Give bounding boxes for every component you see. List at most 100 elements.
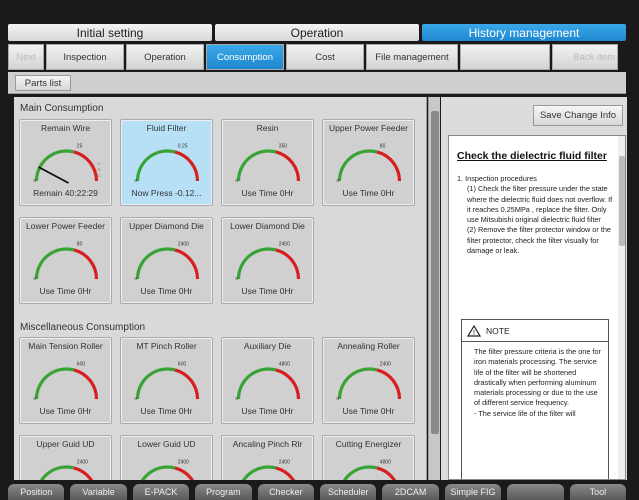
tab-operation[interactable]: Operation <box>215 24 419 41</box>
parts-list-button[interactable]: Parts list <box>15 75 71 91</box>
gauge-tile-auxiliary-die[interactable]: Auxiliary Die 4800 0 Use Time 0Hr <box>221 337 314 424</box>
gauge-arc <box>174 368 200 400</box>
gauge-arc <box>135 149 176 182</box>
gauge-arc <box>34 367 75 400</box>
help-box: Check the dielectric fluid filter 1. Ins… <box>448 135 626 480</box>
tab-position[interactable]: Position <box>8 484 65 500</box>
gauge-max-label: 2400 <box>380 362 391 368</box>
tab-checker[interactable]: Checker <box>257 484 315 500</box>
gauge-tile-lower-guid-ud[interactable]: Lower Guid UD 24000 <box>120 435 213 480</box>
note-line: - The service life of the filter will <box>474 408 576 418</box>
gauge-arc <box>73 248 99 280</box>
gauge-tile-ancaling-pinch-rlr[interactable]: Ancaling Pinch Rlr 24000 <box>221 435 314 480</box>
gauge-tile-status: Use Time 0Hr <box>39 406 92 416</box>
tab-2dcam[interactable]: 2DCAM <box>382 484 439 500</box>
gauge-dial: 0.250 <box>135 144 200 183</box>
gauge-tile-upper-power-feeder[interactable]: Upper Power Feeder 80 0 Use Time 0Hr <box>322 119 415 206</box>
parts-toolbar: Parts list <box>8 72 626 94</box>
gauge-tile-remain-wire[interactable]: Remain Wire 25 0 A B C Remain 40:22:29 <box>19 119 112 206</box>
tab-history-management[interactable]: History management <box>422 24 626 41</box>
gauge-max-label: 600 <box>178 362 187 368</box>
tab-consumption[interactable]: Consumption <box>206 44 284 70</box>
gauge-arc <box>236 247 277 280</box>
gauge-dial: 48000 <box>342 460 397 480</box>
tab-cost[interactable]: Cost <box>286 44 364 70</box>
gauge-tile-name: Upper Diamond Die <box>129 221 204 231</box>
gauge-tile-status: Use Time 0Hr <box>342 406 395 416</box>
gauge-tile-name: Upper Power Feeder <box>329 123 408 133</box>
help-scrollbar[interactable] <box>618 136 625 479</box>
tab-tool[interactable]: Tool <box>569 484 627 500</box>
tab-operation-history[interactable]: Operation <box>126 44 204 70</box>
top-tab-bar: Initial setting Operation History manage… <box>8 24 626 41</box>
help-line: (2) Remove the filter protector window o… <box>467 225 611 256</box>
gauge-tile-name: Remain Wire <box>40 123 91 133</box>
gauge-arc <box>73 150 99 182</box>
note-line: The filter pressure criteria is the one … <box>474 347 601 408</box>
gauge-arc <box>34 247 75 280</box>
help-line: 1. Inspection procedures <box>457 174 537 183</box>
gauge-needle <box>38 166 69 184</box>
gauge-tile-status: Use Time 0Hr <box>241 188 294 198</box>
gauge-tile-status: Use Time 0Hr <box>39 286 92 296</box>
tab-e-pack[interactable]: E-PACK <box>132 484 190 500</box>
bottom-tab-bar: Position Variable E-PACK Program Checker… <box>8 484 627 500</box>
help-scrollbar-thumb[interactable] <box>619 156 625 246</box>
gauge-tile-fluid-filter[interactable]: Fluid Filter 0.25 0 Now Press -0.12... <box>120 119 213 206</box>
left-scrollbar[interactable] <box>428 97 440 480</box>
gauge-zone-mark: B <box>98 167 101 172</box>
gauge-dial: 24000 <box>39 460 94 480</box>
gauge-arc <box>342 465 378 480</box>
gauge-dial: 3500 <box>236 144 301 183</box>
gauge-dial: 24000 <box>135 242 200 281</box>
gauge-arc <box>73 466 94 480</box>
gauge-tile-status: Use Time 0Hr <box>241 286 294 296</box>
tab-initial-setting[interactable]: Initial setting <box>8 24 212 41</box>
gauge-arc <box>275 368 301 400</box>
gauge-tile-cutting-energizer[interactable]: Cutting Energizer 48000 <box>322 435 415 480</box>
gauge-tile-name: Fluid Filter <box>146 123 187 133</box>
tab-blank[interactable] <box>507 484 564 500</box>
gauge-max-label: 80 <box>380 144 386 150</box>
gauge-tile-annealing-roller[interactable]: Annealing Roller 2400 0 Use Time 0Hr <box>322 337 415 424</box>
gauge-dial: 24000 <box>236 242 301 281</box>
gauge-zone-mark: C <box>98 173 102 178</box>
left-scrollbar-thumb[interactable] <box>431 111 439 434</box>
gauge-tile-name: Resin <box>256 123 279 133</box>
gauge-tile-main-tension-roller[interactable]: Main Tension Roller 600 0 Use Time 0Hr <box>19 337 112 424</box>
note-label: NOTE <box>486 325 510 336</box>
tab-variable[interactable]: Variable <box>70 484 127 500</box>
gauge-dial: 24000 <box>241 460 296 480</box>
gauge-max-label: 4800 <box>279 362 290 368</box>
gauge-arc <box>337 149 378 182</box>
save-change-info-button[interactable]: Save Change Info <box>533 105 623 126</box>
tab-file-management[interactable]: File management <box>366 44 458 70</box>
gauge-tile-name: Upper Guid UD <box>36 439 95 449</box>
gauge-tile-mt-pinch-roller[interactable]: MT Pinch Roller 600 0 Use Time 0Hr <box>120 337 213 424</box>
gauge-max-label: 2400 <box>279 460 290 466</box>
gauge-tile-name: Annealing Roller <box>337 341 400 351</box>
gauge-tile-lower-power-feeder[interactable]: Lower Power Feeder 80 0 Use Time 0Hr <box>19 217 112 304</box>
tab-scheduler[interactable]: Scheduler <box>320 484 377 500</box>
gauge-max-label: 600 <box>77 362 86 368</box>
gauge-arc <box>174 248 200 280</box>
gauge-tile-lower-diamond-die[interactable]: Lower Diamond Die 2400 0 Use Time 0Hr <box>221 217 314 304</box>
gauge-max-label: 2400 <box>77 460 88 466</box>
tab-program[interactable]: Program <box>195 484 252 500</box>
gauge-zone-mark: A <box>98 161 101 166</box>
gauge-tile-name: Main Tension Roller <box>28 341 103 351</box>
gauge-tile-upper-diamond-die[interactable]: Upper Diamond Die 2400 0 Use Time 0Hr <box>120 217 213 304</box>
tab-inspection[interactable]: Inspection <box>46 44 124 70</box>
gauge-tile-status: Use Time 0Hr <box>140 406 193 416</box>
gauge-arc <box>376 466 397 480</box>
gauge-tile-resin[interactable]: Resin 350 0 Use Time 0Hr <box>221 119 314 206</box>
gauge-arc <box>135 367 176 400</box>
gauge-tile-upper-guid-ud[interactable]: Upper Guid UD 24000 <box>19 435 112 480</box>
gauge-tile-name: Cutting Energizer <box>335 439 402 449</box>
gauge-tile-status: Now Press -0.12... <box>131 188 202 198</box>
back-item-button[interactable]: Back item <box>552 44 618 70</box>
svg-text:!: ! <box>473 330 475 337</box>
next-button[interactable]: Next <box>8 44 44 70</box>
tab-simple-fig[interactable]: Simple FIG <box>444 484 502 500</box>
tab-empty[interactable] <box>460 44 550 70</box>
